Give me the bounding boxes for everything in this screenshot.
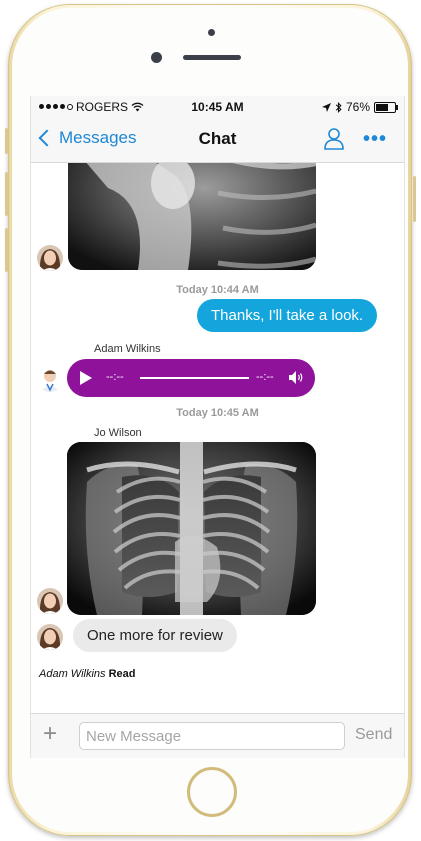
chest-xray-image[interactable] xyxy=(67,442,316,615)
volume-up-button xyxy=(5,172,8,216)
volume-icon[interactable] xyxy=(289,371,305,384)
mute-switch xyxy=(5,128,8,154)
chat-thread: Today 10:44 AM Thanks, I'll take a look.… xyxy=(31,163,404,713)
message-input-bar: + Send xyxy=(31,713,404,758)
send-button[interactable]: Send xyxy=(355,726,392,744)
incoming-message[interactable]: One more for review xyxy=(73,619,237,652)
earpiece-speaker xyxy=(183,55,241,60)
outgoing-message[interactable]: Thanks, I'll take a look. xyxy=(197,299,378,332)
read-receipt-status: Read xyxy=(108,668,136,680)
avatar xyxy=(37,624,63,650)
avatar xyxy=(37,245,63,271)
front-camera xyxy=(151,52,162,63)
power-button xyxy=(413,176,416,222)
new-message-input[interactable] xyxy=(79,722,345,750)
proximity-sensor xyxy=(208,29,215,36)
bluetooth-icon xyxy=(335,101,342,113)
read-receipt: Adam Wilkins Read xyxy=(39,668,136,680)
page-title: Chat xyxy=(198,129,237,148)
timestamp: Today 10:45 AM xyxy=(176,407,259,419)
play-icon[interactable] xyxy=(80,371,92,385)
volume-down-button xyxy=(5,228,8,272)
more-options-icon[interactable]: ••• xyxy=(363,127,387,151)
location-arrow-icon xyxy=(321,102,331,112)
battery-percent: 76% xyxy=(345,100,370,114)
plus-icon[interactable]: + xyxy=(43,720,57,748)
user-profile-icon[interactable] xyxy=(323,127,345,151)
sender-name: Jo Wilson xyxy=(94,427,142,439)
sender-name: Adam Wilkins xyxy=(94,343,161,355)
audio-elapsed: --:-- xyxy=(106,371,124,383)
read-receipt-name: Adam Wilkins xyxy=(39,668,106,680)
home-button[interactable] xyxy=(187,767,237,817)
audio-message[interactable]: --:-- --:-- xyxy=(67,359,315,397)
battery-icon xyxy=(374,101,398,113)
screen: ROGERS 10:45 AM 76% Messages Chat ••• To… xyxy=(30,96,405,758)
status-right-group: 76% xyxy=(321,100,398,114)
audio-progress-track[interactable] xyxy=(140,377,249,379)
timestamp: Today 10:44 AM xyxy=(176,284,259,296)
status-bar: ROGERS 10:45 AM 76% xyxy=(31,96,404,118)
shoulder-xray-image[interactable] xyxy=(68,163,316,270)
avatar xyxy=(37,366,63,392)
audio-remaining: --:-- xyxy=(256,371,274,383)
nav-bar: Messages Chat ••• xyxy=(31,118,404,163)
avatar xyxy=(37,588,63,614)
